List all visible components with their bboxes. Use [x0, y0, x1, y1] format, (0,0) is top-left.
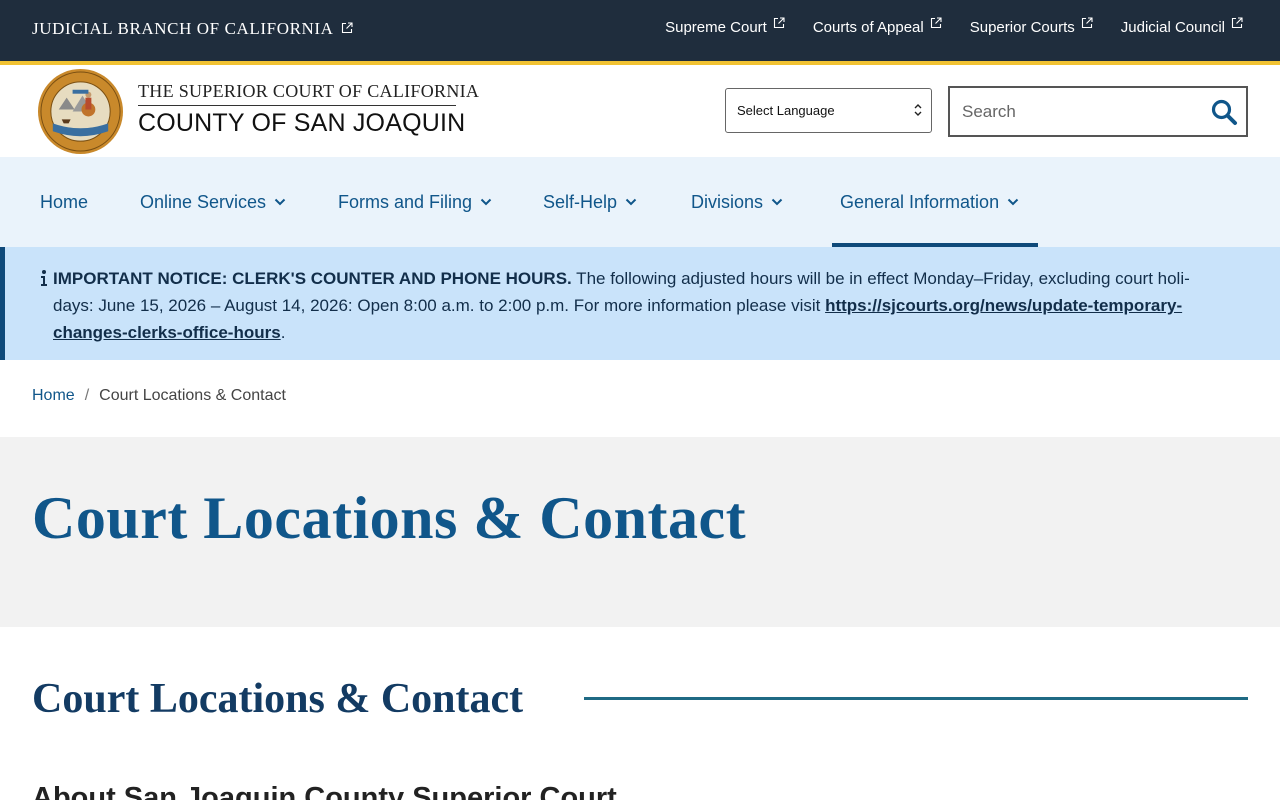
- nav-item-label: Home: [40, 191, 89, 212]
- important-notice-banner: IMPORTANT NOTICE: CLERK'S COUNTER AND PH…: [0, 247, 1280, 360]
- nav-item-label: Divisions: [691, 191, 764, 212]
- court-seal-icon[interactable]: [37, 68, 124, 155]
- nav-item-label: Forms and Filing: [338, 191, 473, 212]
- search-box: [948, 86, 1248, 137]
- notice-tail: .: [280, 323, 286, 342]
- breadcrumb-current: Court Locations & Contact: [99, 387, 286, 404]
- external-link-icon: [1081, 17, 1093, 29]
- search-input[interactable]: [962, 88, 1202, 135]
- external-link-icon: [1231, 17, 1243, 29]
- courts-of-appeal-label: Courts of Appeal: [812, 19, 924, 36]
- site-title-main[interactable]: COUNTY OF SAN JOAQUIN: [138, 109, 465, 138]
- language-select[interactable]: Select Language: [725, 88, 932, 133]
- breadcrumb-separator: /: [84, 387, 90, 404]
- nav-item-general-information[interactable]: General Information: [840, 157, 1019, 247]
- info-icon: [41, 270, 47, 286]
- main-navigation: Home Online Services Forms and Filing Se…: [0, 157, 1280, 247]
- external-link-icon: [341, 22, 353, 34]
- courts-of-appeal-link[interactable]: Courts of Appeal: [812, 17, 942, 36]
- superior-courts-link[interactable]: Superior Courts: [969, 17, 1093, 36]
- notice-text: IMPORTANT NOTICE: CLERK'S COUNTER AND PH…: [53, 265, 1223, 346]
- nav-item-label: General Information: [840, 191, 1000, 212]
- language-select-value: Select Language: [737, 103, 835, 118]
- site-header: THE SUPERIOR COURT OF CALIFORNIA COUNTY …: [0, 65, 1280, 157]
- nav-item-self-help[interactable]: Self-Help: [543, 157, 637, 247]
- page-title: Court Locations & Contact: [32, 485, 747, 551]
- nav-item-forms-and-filing[interactable]: Forms and Filing: [338, 157, 492, 247]
- section-subtitle: About San Joaquin County Superior Court: [32, 782, 617, 800]
- site-title-top[interactable]: THE SUPERIOR COURT OF CALIFORNIA: [138, 81, 479, 102]
- section-title: Court Locations & Contact: [32, 676, 524, 722]
- chevron-down-icon: [1007, 198, 1019, 206]
- page-hero: Court Locations & Contact: [0, 437, 1280, 627]
- nav-item-home[interactable]: Home: [40, 157, 88, 247]
- external-link-icon: [930, 17, 942, 29]
- search-icon[interactable]: [1210, 98, 1238, 126]
- supreme-court-label: Supreme Court: [665, 19, 767, 36]
- nav-item-divisions[interactable]: Divisions: [691, 157, 783, 247]
- chevron-down-icon: [625, 198, 637, 206]
- nav-item-online-services[interactable]: Online Services: [140, 157, 286, 247]
- chevron-down-icon: [480, 198, 492, 206]
- judicial-branch-label: JUDICIAL BRANCH OF CALIFORNIA: [32, 19, 334, 38]
- breadcrumb-home-link[interactable]: Home: [32, 387, 75, 405]
- nav-item-label: Self-Help: [543, 191, 618, 212]
- site-title-divider: [138, 105, 456, 106]
- judicial-council-link[interactable]: Judicial Council: [1120, 17, 1243, 36]
- superior-courts-label: Superior Courts: [969, 19, 1075, 36]
- chevron-down-icon: [771, 198, 783, 206]
- notice-lead: IMPORTANT NOTICE: CLERK'S COUNTER AND PH…: [53, 269, 572, 288]
- chevron-down-icon: [274, 198, 286, 206]
- judicial-branch-link[interactable]: JUDICIAL BRANCH OF CALIFORNIA: [32, 19, 353, 39]
- top-utility-bar: JUDICIAL BRANCH OF CALIFORNIA Supreme Co…: [0, 0, 1280, 61]
- top-links: Supreme Court Courts of Appeal Superior …: [665, 17, 1243, 36]
- nav-item-label: Online Services: [140, 191, 267, 212]
- supreme-court-link[interactable]: Supreme Court: [665, 17, 785, 36]
- section-title-rule: [584, 697, 1248, 700]
- select-arrows-icon: [914, 104, 922, 116]
- breadcrumb: Home / Court Locations & Contact: [32, 387, 286, 405]
- external-link-icon: [773, 17, 785, 29]
- judicial-council-label: Judicial Council: [1120, 19, 1225, 36]
